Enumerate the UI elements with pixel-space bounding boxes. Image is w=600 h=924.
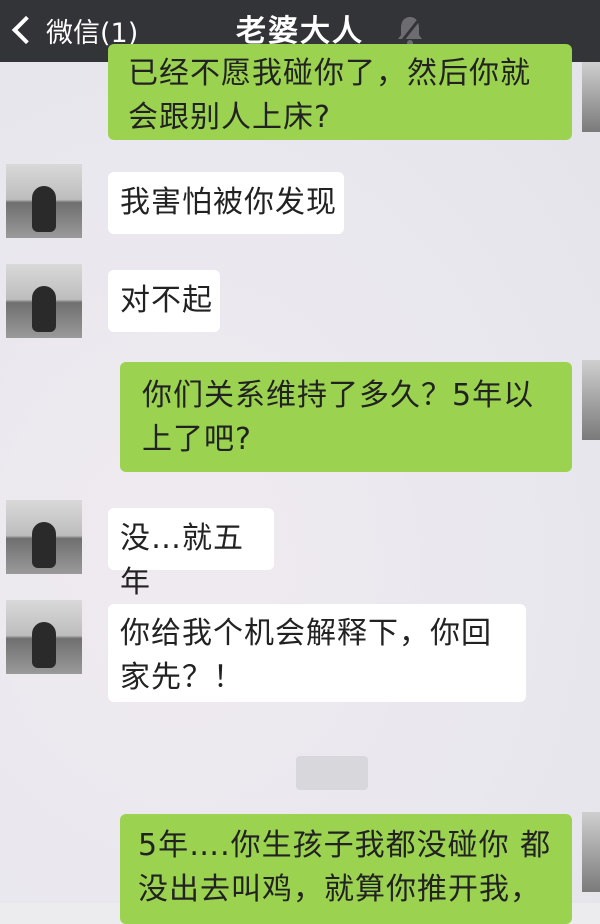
message-text: 对不起 [120,283,213,318]
contact-avatar[interactable] [6,500,82,574]
message-bubble-outgoing[interactable]: 已经不愿我碰你了，然后你就会跟别人上床? [108,44,572,140]
message-bubble-incoming[interactable]: 我害怕被你发现 [108,172,344,234]
message-bubble-outgoing[interactable]: 你们关系维持了多久？5年以上了吧? [120,362,572,472]
message-bubble-incoming[interactable]: 你给我个机会解释下，你回家先？！ [108,604,526,702]
message-text: 你给我个机会解释下，你回家先？！ [120,616,492,695]
message-text: 已经不愿我碰你了，然后你就会跟别人上床? [128,56,531,135]
message-bubble-incoming[interactable]: 没…就五年 [108,508,274,600]
message-text: 我害怕被你发现 [120,185,337,220]
message-text: 5年….你生孩子我都没碰你 都没出去叫鸡，就算你推开我， [138,828,552,907]
own-avatar-edge [582,360,600,440]
message-text: 你们关系维持了多久？5年以上了吧? [142,378,535,457]
mute-icon [397,16,423,46]
contact-avatar[interactable] [6,600,82,674]
own-avatar-edge [582,812,600,892]
own-avatar-edge [582,62,600,132]
contact-avatar[interactable] [6,264,82,338]
contact-avatar[interactable] [6,164,82,238]
message-bubble-incoming[interactable]: 对不起 [108,270,220,332]
message-bubble-outgoing[interactable]: 5年….你生孩子我都没碰你 都没出去叫鸡，就算你推开我， [120,814,572,924]
timestamp-badge [296,756,368,790]
